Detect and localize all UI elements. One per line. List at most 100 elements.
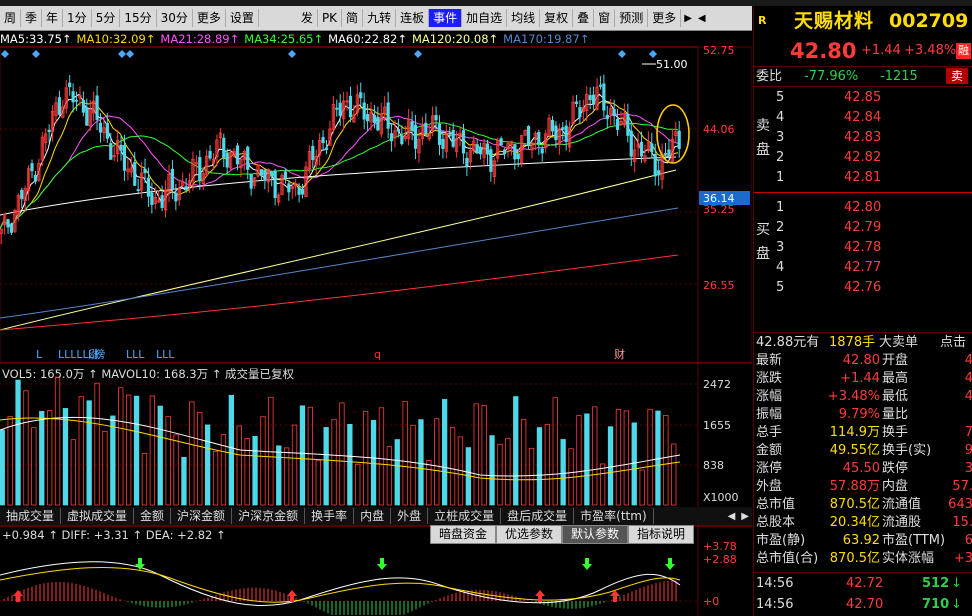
candle-body (359, 92, 363, 99)
candle-body (591, 94, 596, 105)
candle-body (663, 153, 668, 155)
volume-bar (497, 443, 503, 506)
sell-order-row[interactable]: 5 42.85 (754, 88, 972, 107)
sell-order-row[interactable]: 1 42.81 (754, 168, 972, 187)
volume-bar (339, 402, 345, 506)
candle-body (434, 115, 438, 121)
big-order-row[interactable]: 42.88元有 1878手 大卖单 点击 (754, 332, 972, 352)
weibi-diff: -1215 (880, 69, 918, 84)
candle-body (30, 163, 34, 172)
buy-order-row[interactable]: 4 42.77 (754, 258, 972, 277)
macd-axis-label-1: +2.88 (703, 553, 737, 566)
candle-body (475, 144, 479, 154)
quote-value-1: +3.48% (827, 389, 880, 404)
volume-bar (315, 459, 321, 506)
buy-order-row[interactable]: 1 42.80 (754, 198, 972, 217)
buy-price: 42.77 (844, 260, 882, 275)
candle-body (626, 113, 630, 136)
volume-tab-0[interactable]: 抽成交量 (0, 508, 62, 524)
buy-order-row[interactable]: 3 42.78 (754, 238, 972, 257)
event-marker-6: 财 (614, 347, 625, 361)
candle-body (98, 122, 103, 133)
macd-tab-3[interactable]: 指标说明 (628, 525, 695, 544)
sell-order-row[interactable]: 2 42.82 (754, 148, 972, 167)
ma-line-34 (0, 122, 679, 230)
volume-bar (434, 418, 440, 506)
event-marker-2: L榜 (88, 347, 105, 361)
quote-row: 市盈(静) 63.92 市盈(TTM) 6 (754, 532, 972, 550)
volume-bar (157, 405, 163, 506)
quote-value-2: 9 (964, 443, 972, 458)
rong-badge[interactable]: 融 (956, 43, 971, 59)
ma-line-170 (0, 207, 679, 319)
weibi-label: 委比 (756, 69, 783, 84)
candle-body (389, 133, 394, 142)
volume-tab-10[interactable]: 市盈率(ttm) (574, 508, 654, 524)
candle-body (95, 95, 99, 120)
tab-scroll-left-icon[interactable]: ◀ (725, 511, 739, 522)
volume-tab-2[interactable]: 金额 (134, 508, 172, 524)
event-diamond-7 (649, 50, 657, 58)
quote-value-2: 7 (964, 425, 972, 440)
candle-body (146, 177, 151, 197)
buy-order-row[interactable]: 5 42.76 (754, 278, 972, 297)
volume-tab-9[interactable]: 盘后成交量 (501, 508, 575, 524)
volume-tab-3[interactable]: 沪深金额 (171, 508, 233, 524)
tick-time: 14:56 (756, 576, 794, 591)
tick-price: 42.70 (846, 597, 884, 612)
quote-value-2: 4 (964, 389, 972, 404)
event-marker-5: q (374, 348, 381, 361)
quote-label-2: 内盘 (882, 479, 909, 494)
candle-body (513, 144, 517, 160)
volume-bar (260, 416, 266, 506)
buy-level: 2 (776, 220, 785, 235)
sell-button[interactable]: 卖 (946, 68, 969, 84)
sell-order-row[interactable]: 3 42.83 (754, 128, 972, 147)
volume-tab-6[interactable]: 内盘 (354, 508, 392, 524)
stock-price: 42.80 (790, 39, 857, 63)
volume-tab-5[interactable]: 换手率 (305, 508, 355, 524)
volume-tab-8[interactable]: 立桩成交量 (428, 508, 502, 524)
volume-tab-4[interactable]: 沪深京金额 (232, 508, 306, 524)
candle-body (324, 147, 329, 150)
candle-body (602, 83, 606, 111)
tab-scroll-right-icon[interactable]: ▶ (738, 511, 752, 522)
candle-body (612, 109, 616, 117)
macd-tab-0[interactable]: 暗盘资金 (430, 525, 497, 544)
quote-value-2: 4 (964, 353, 972, 368)
volume-tab-1[interactable]: 虚拟成交量 (61, 508, 135, 524)
candle-body (297, 187, 301, 195)
stock-title-row: R 天赐材料 002709 (754, 8, 972, 34)
volume-bar (299, 405, 306, 506)
volume-bar (402, 401, 408, 506)
candle-body (259, 169, 264, 176)
quote-label-1: 市盈(静) (756, 533, 806, 548)
big-order-more[interactable]: 点击 (940, 333, 966, 352)
quote-value-1: 9.79% (838, 407, 880, 422)
candle-body (574, 101, 579, 104)
volume-bar (197, 411, 203, 506)
volume-bar (584, 413, 590, 506)
candle-body (485, 143, 490, 155)
volume-bar (307, 406, 314, 506)
candle-body (85, 107, 89, 126)
quote-label-1: 总市值 (756, 497, 796, 512)
macd-tab-2[interactable]: 默认参数 (562, 525, 629, 544)
quote-value-1: 45.50 (842, 461, 880, 476)
quote-row: 振幅 9.79% 量比 (754, 406, 972, 424)
macd-tab-1[interactable]: 优选参数 (496, 525, 563, 544)
ma-line-250 (0, 254, 679, 331)
buy-order-row[interactable]: 2 42.79 (754, 218, 972, 237)
candle-body (74, 99, 79, 102)
quote-label-2: 流通值 (882, 497, 922, 512)
sell-level: 5 (776, 90, 785, 105)
big-order-label: 大卖单 (879, 335, 919, 350)
sell-order-row[interactable]: 4 42.84 (754, 108, 972, 127)
candle-body (222, 137, 226, 158)
volume-tab-7[interactable]: 外盘 (391, 508, 429, 524)
quote-row: 总市值(合) 870.5亿 实体涨幅 +3 (754, 550, 972, 568)
candle-body (564, 125, 568, 143)
volume-bar (552, 397, 558, 506)
candle-body (540, 148, 544, 154)
candle-body (667, 149, 671, 157)
